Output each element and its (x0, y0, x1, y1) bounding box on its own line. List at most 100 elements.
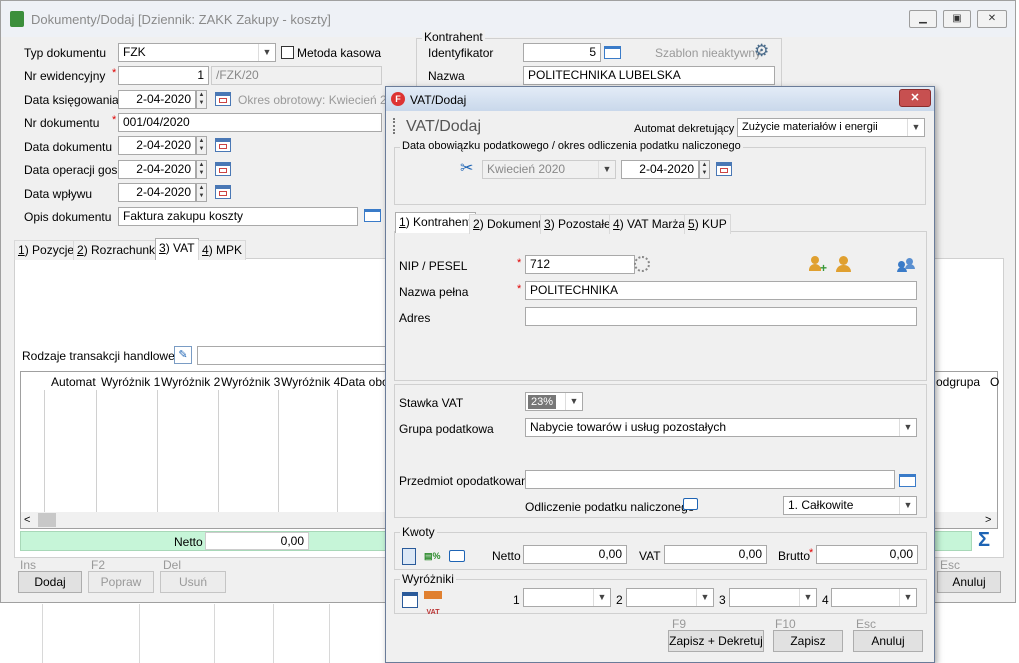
vat-data-spinner[interactable]: ▲ ▼ (699, 160, 710, 179)
vat-flag-icon[interactable]: VAT (424, 591, 442, 616)
kwoty-group-title: Kwoty (400, 525, 437, 539)
data-wplywu-spinner[interactable]: ▲ ▼ (196, 183, 207, 202)
popraw-button[interactable]: Popraw (88, 571, 154, 593)
data-ksieg-spinner[interactable]: ▲ ▼ (196, 90, 207, 109)
wyroznik-3-label: 3 (719, 593, 726, 607)
grid-header[interactable]: odgrupa (936, 375, 980, 389)
tab-pozostale[interactable]: 3) Pozostałe (540, 214, 615, 234)
metoda-checkbox[interactable] (281, 46, 294, 59)
chevron-down-icon: ▼ (696, 589, 713, 606)
adres-input[interactable] (525, 307, 917, 326)
stawka-select[interactable]: 23% ▼ (525, 392, 583, 411)
identyfikator-input[interactable]: 5 (523, 43, 601, 62)
folder-icon[interactable] (604, 46, 621, 59)
shortcut-f9: F9 (672, 617, 687, 631)
calendar-icon[interactable] (215, 92, 231, 106)
nazwa-pelna-label: Nazwa pełna (399, 285, 469, 299)
data-ksieg-input[interactable]: 2-04-2020 (118, 90, 196, 109)
usun-button[interactable]: Usuń (160, 571, 226, 593)
shortcut-esc: Esc (856, 617, 877, 631)
kwoty-netto-label: Netto (492, 549, 521, 563)
odliczenie-select[interactable]: 1. Całkowite ▼ (783, 496, 917, 515)
wyroznik-2-select[interactable]: ▼ (626, 588, 714, 607)
kwoty-brutto-input[interactable]: 0,00 (816, 545, 918, 564)
grip-icon (393, 118, 396, 134)
folder-icon[interactable] (899, 474, 916, 487)
calendar-icon[interactable] (716, 162, 732, 176)
vat-data-input[interactable]: 2-04-2020 (621, 160, 699, 179)
calculator-icon[interactable] (402, 548, 416, 565)
anuluj-main-button[interactable]: Anuluj (937, 571, 1001, 593)
nr-dok-input[interactable]: 001/04/2020 (118, 113, 382, 132)
rodzaje-input[interactable] (197, 346, 387, 365)
opis-label: Opis dokumentu (24, 210, 112, 224)
nazwa-pelna-input[interactable]: POLITECHNIKA (525, 281, 917, 300)
anuluj-vat-button[interactable]: Anuluj (853, 630, 923, 652)
scroll-thumb[interactable] (38, 513, 56, 527)
tab-dokument[interactable]: 2) Dokument (469, 214, 546, 234)
tab-kontrahent[interactable]: 1) Kontrahent (395, 212, 476, 233)
close-button[interactable]: ✕ (977, 10, 1007, 28)
edit-list-icon[interactable]: ✎ (174, 346, 192, 364)
zapisz-dekretuj-button[interactable]: Zapisz + Dekretuj (668, 630, 764, 652)
kwoty-vat-label: VAT (639, 549, 661, 563)
grid-header[interactable]: Automat (51, 375, 96, 389)
calendar-icon[interactable] (215, 185, 231, 199)
tab-pozycje[interactable]: 1) Pozycje (14, 240, 79, 260)
data-dok-spinner[interactable]: ▲ ▼ (196, 136, 207, 155)
typ-select[interactable]: FZK ▼ (118, 43, 276, 62)
grid-header[interactable]: O (990, 375, 999, 389)
wyroznik-4-select[interactable]: ▼ (831, 588, 917, 607)
grid-header[interactable]: Wyróżnik 1 (101, 375, 160, 389)
tab-vat[interactable]: 3) VAT (155, 238, 199, 260)
nazwa-input[interactable]: POLITECHNIKA LUBELSKA (523, 66, 775, 85)
zapisz-button[interactable]: Zapisz (773, 630, 843, 652)
grid-header[interactable]: Wyróżnik 3 (221, 375, 280, 389)
comment-icon[interactable] (683, 498, 698, 510)
data-dok-input[interactable]: 2-04-2020 (118, 136, 196, 155)
data-oper-spinner[interactable]: ▲ ▼ (196, 160, 207, 179)
data-wplywu-input[interactable]: 2-04-2020 (118, 183, 196, 202)
dodaj-button[interactable]: Dodaj (18, 571, 82, 593)
sigma-icon[interactable]: Σ (978, 530, 990, 550)
wyroznik-3-select[interactable]: ▼ (729, 588, 817, 607)
gear-icon[interactable]: ⚙ (754, 42, 769, 59)
nip-input[interactable]: 712 (525, 255, 635, 274)
scissors-icon[interactable]: ✂ (460, 161, 473, 177)
grid-header[interactable]: Wyróżnik 2 (161, 375, 220, 389)
tab-vat-marza[interactable]: 4) VAT Marża (609, 214, 690, 234)
scroll-left-icon[interactable]: < (24, 512, 30, 528)
data-oper-input[interactable]: 2-04-2020 (118, 160, 196, 179)
people-icon[interactable] (897, 258, 915, 274)
tab-kup[interactable]: 5) KUP (684, 214, 731, 234)
scroll-right-icon[interactable]: > (985, 512, 991, 528)
folder-icon[interactable] (364, 209, 381, 222)
percent-icon[interactable]: ▤% (424, 547, 442, 565)
maximize-button[interactable]: ▣ (943, 10, 971, 28)
automat-select[interactable]: Zużycie materiałów i energii ▼ (737, 118, 925, 137)
calendar-icon[interactable] (215, 162, 231, 176)
kwoty-vat-input[interactable]: 0,00 (664, 545, 767, 564)
przedmiot-input[interactable] (525, 470, 895, 489)
tab-mpk[interactable]: 4) MPK (198, 240, 247, 260)
vat-tab-panel (394, 231, 927, 381)
grid-header[interactable]: Data obo (340, 375, 389, 389)
calendar-list-icon[interactable] (402, 592, 418, 608)
shortcut-ins: Ins (20, 558, 37, 572)
add-person-icon[interactable]: + (809, 256, 827, 274)
vat-title-bar[interactable] (386, 87, 934, 111)
bg-line (42, 604, 43, 663)
opis-input[interactable]: Faktura zakupu koszty (118, 207, 358, 226)
grid-header[interactable]: Wyróżnik 4 (281, 375, 340, 389)
grupa-select[interactable]: Nabycie towarów i usług pozostałych ▼ (525, 418, 917, 437)
comment-icon[interactable] (449, 550, 465, 562)
minimize-button[interactable]: ▁ (909, 10, 937, 28)
tab-rozrachunki[interactable]: 2) Rozrachunki (73, 240, 162, 260)
typ-label: Typ dokumentu (24, 46, 107, 60)
kwoty-netto-input[interactable]: 0,00 (523, 545, 627, 564)
person-icon[interactable] (836, 256, 852, 274)
nr-ewid-input[interactable]: 1 (118, 66, 209, 85)
vat-close-button[interactable]: ✕ (899, 89, 931, 107)
calendar-icon[interactable] (215, 138, 231, 152)
wyroznik-1-select[interactable]: ▼ (523, 588, 611, 607)
